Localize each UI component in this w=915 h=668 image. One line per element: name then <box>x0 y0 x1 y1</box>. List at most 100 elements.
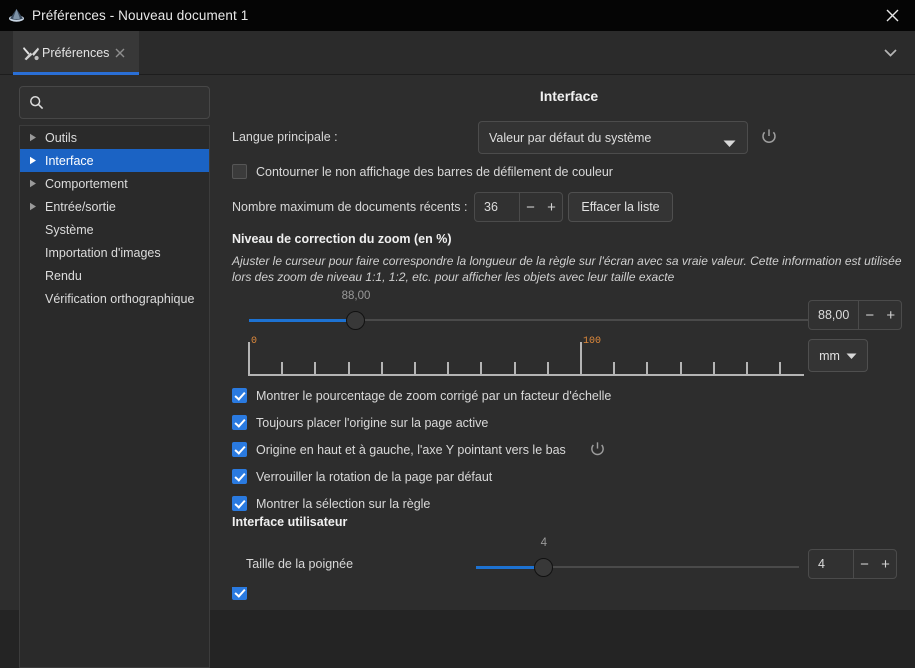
clear-recent-list-button[interactable]: Effacer la liste <box>568 192 673 222</box>
interface-checkbox[interactable] <box>232 415 247 430</box>
ruler-minor-tick <box>613 362 616 376</box>
handle-spin-value[interactable]: 4 <box>809 550 853 578</box>
zoom-correction-spinner[interactable]: 88,00 − + <box>808 300 903 330</box>
sidebar-item-label: Comportement <box>45 176 128 191</box>
ruler-minor-tick <box>314 362 317 376</box>
zoom-slider-value: 88,00 <box>341 290 371 302</box>
ruler-minor-tick <box>447 362 450 376</box>
chevron-down-icon <box>846 349 857 363</box>
page-title: Interface <box>539 88 599 104</box>
recent-docs-label: Nombre maximum de documents récents : <box>232 200 468 214</box>
ruler-minor-tick <box>281 362 284 376</box>
ruler-minor-tick <box>746 362 748 376</box>
sidebar-item-label: Outils <box>45 130 77 145</box>
language-row: Langue principale : Valeur par défaut du… <box>232 121 912 155</box>
interface-checkbox-row[interactable]: Origine en haut et à gauche, l'axe Y poi… <box>232 437 904 462</box>
sidebar: Outils Interface Comportement Entrée/sortie… <box>0 75 223 668</box>
tab-preferences[interactable]: Préférences <box>13 31 139 75</box>
recent-docs-spinner[interactable]: 36 − + <box>474 192 563 222</box>
ruler-minor-tick <box>646 362 649 376</box>
handle-size-slider[interactable]: 4 <box>476 537 799 580</box>
language-label: Langue principale : <box>232 130 338 144</box>
ruler-minor-tick <box>779 362 782 376</box>
close-icon[interactable] <box>869 0 915 31</box>
slider-handle[interactable] <box>534 558 554 577</box>
ruler-unit-value: mm <box>819 348 840 363</box>
interface-checkbox-row[interactable]: Toujours placer l'origine sur la page ac… <box>232 410 904 435</box>
ruler-minor-tick <box>347 362 350 376</box>
chevron-down-icon <box>723 135 736 153</box>
ruler-minor-tick <box>480 362 483 376</box>
zoom-minus-button[interactable]: − <box>859 301 880 329</box>
scrollbar-checkbox-label: Contourner le non affichage des barres d… <box>256 164 613 179</box>
recent-docs-row: Nombre maximum de documents récents : 36… <box>232 192 912 224</box>
interface-checkbox[interactable] <box>232 442 247 457</box>
sidebar-item-label: Entrée/sortie <box>45 199 116 214</box>
ruler-major-tick <box>580 342 582 376</box>
zoom-spin-value[interactable]: 88,00 <box>809 301 858 329</box>
ruler-tick-label: 0 <box>251 336 258 347</box>
interface-checkbox[interactable] <box>232 496 247 511</box>
close-icon[interactable] <box>115 46 125 61</box>
measurement-ruler[interactable]: 0 100 <box>248 334 832 376</box>
zoom-plus-button[interactable]: + <box>880 301 901 329</box>
ruler-minor-tick <box>380 362 383 376</box>
partial-checkbox[interactable] <box>232 587 247 600</box>
zoom-correction-slider[interactable]: 88,00 <box>249 290 812 333</box>
handle-minus-button[interactable]: − <box>854 550 875 578</box>
interface-checkbox-row[interactable]: Montrer la sélection sur la règle <box>232 491 904 516</box>
sidebar-item-comportement[interactable]: Comportement <box>20 172 209 195</box>
zoom-section-description-line2: lors des zoom de niveau 1:1, 1:2, etc. p… <box>232 270 675 284</box>
tab-strip: Préférences <box>0 31 915 75</box>
sidebar-item-entr-e-sortie[interactable]: Entrée/sortie <box>20 195 209 218</box>
scrollbar-checkbox-row[interactable]: Contourner le non affichage des barres d… <box>232 164 613 179</box>
slider-fill <box>249 319 356 322</box>
search-icon <box>29 95 44 110</box>
sidebar-item-label: Importation d'images <box>45 245 161 260</box>
slider-handle[interactable] <box>346 311 366 330</box>
scrollbar-checkbox[interactable] <box>232 164 247 179</box>
interface-checkbox[interactable] <box>232 469 247 484</box>
ruler-minor-tick <box>513 362 516 376</box>
expand-triangle-icon <box>29 156 45 165</box>
sidebar-item-outils[interactable]: Outils <box>20 126 209 149</box>
sidebar-item-rendu[interactable]: Rendu <box>20 264 209 287</box>
search-box[interactable] <box>19 86 210 119</box>
inkscape-logo-icon <box>0 8 32 23</box>
language-value: Valeur par défaut du système <box>489 130 652 145</box>
recent-docs-value[interactable]: 36 <box>475 193 519 221</box>
recent-docs-plus-button[interactable]: + <box>541 193 562 221</box>
partial-checkbox-row[interactable] <box>232 587 252 601</box>
ruler-unit-select[interactable]: mm <box>808 339 868 372</box>
tab-label: Préférences <box>42 46 110 60</box>
language-select[interactable]: Valeur par défaut du système <box>478 121 748 154</box>
interface-checkbox-label: Origine en haut et à gauche, l'axe Y poi… <box>256 442 566 457</box>
power-reset-icon[interactable] <box>760 128 778 151</box>
power-reset-icon[interactable] <box>589 441 606 458</box>
interface-checkbox-row[interactable]: Montrer le pourcentage de zoom corrigé p… <box>232 383 904 408</box>
ruler-minor-tick <box>679 362 682 376</box>
expand-triangle-icon <box>29 179 45 188</box>
ruler-minor-tick <box>414 362 416 376</box>
recent-docs-minus-button[interactable]: − <box>520 193 541 221</box>
ruler-tick-label: 100 <box>583 336 602 347</box>
search-input[interactable] <box>50 95 200 110</box>
sidebar-item-v-rification-orthographique[interactable]: Vérification orthographique <box>20 287 209 310</box>
handle-size-spinner[interactable]: 4 − + <box>808 549 897 579</box>
sidebar-item-interface[interactable]: Interface <box>20 149 209 172</box>
interface-checkbox-row[interactable]: Verrouiller la rotation de la page par d… <box>232 464 904 489</box>
interface-checkbox-label: Montrer le pourcentage de zoom corrigé p… <box>256 388 612 403</box>
ui-section-heading: Interface utilisateur <box>232 515 348 529</box>
chevron-down-icon[interactable] <box>874 37 907 68</box>
content-area: Outils Interface Comportement Entrée/sortie… <box>0 75 915 668</box>
handle-plus-button[interactable]: + <box>875 550 896 578</box>
interface-checkbox[interactable] <box>232 388 247 403</box>
zoom-section-description-line1: Ajuster le curseur pour faire correspond… <box>232 254 902 268</box>
interface-checkbox-label: Montrer la sélection sur la règle <box>256 496 431 511</box>
sidebar-item-label: Système <box>45 222 94 237</box>
sidebar-item-syst-me[interactable]: Système <box>20 218 209 241</box>
interface-checkbox-list: Montrer le pourcentage de zoom corrigé p… <box>232 383 904 518</box>
sidebar-item-importation-d-images[interactable]: Importation d'images <box>20 241 209 264</box>
window-title: Préférences - Nouveau document 1 <box>32 8 249 23</box>
ruler-baseline <box>248 374 804 376</box>
